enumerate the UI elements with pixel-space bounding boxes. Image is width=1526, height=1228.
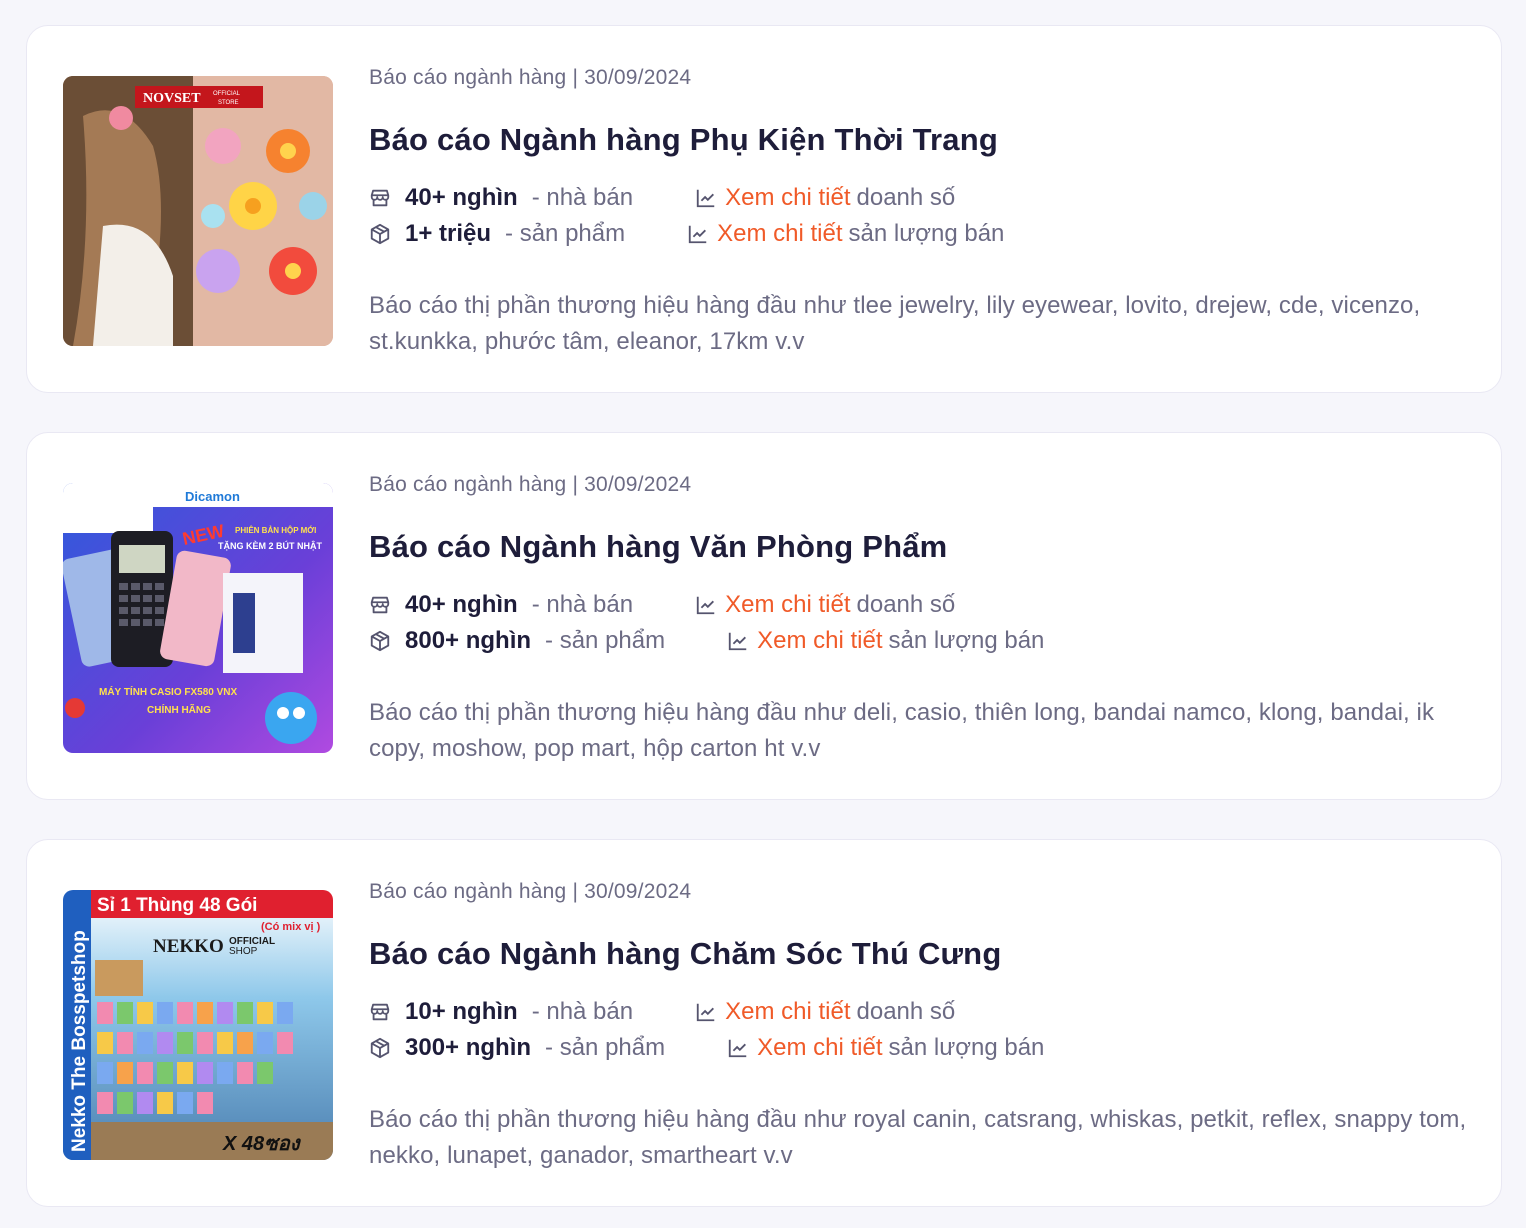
chart-icon [727, 1037, 749, 1059]
report-category: Báo cáo ngành hàng [369, 473, 567, 496]
sellers-stat-row: 40+ nghìn - nhà bán Xem chi tiết doanh số [369, 587, 1471, 623]
products-count: 1+ triệu [405, 220, 492, 247]
svg-text:CHÍNH HÃNG: CHÍNH HÃNG [147, 703, 211, 716]
chart-icon [727, 630, 749, 652]
report-thumbnail[interactable]: Dicamon NEW PHIÊN BẢN HỘP MỚI TẶNG KÈM 2… [63, 483, 333, 753]
report-card[interactable]: Nekko The Bosspetshop Sỉ 1 Thùng 48 Gói … [26, 839, 1502, 1207]
revenue-detail-link[interactable]: Xem chi tiết doanh số [695, 591, 955, 619]
volume-detail-link[interactable]: Xem chi tiết sản lượng bán [727, 1034, 1044, 1062]
chart-icon [695, 1001, 717, 1023]
svg-text:OFFICIAL: OFFICIAL [213, 91, 241, 97]
products-stat-row: 800+ nghìn - sản phẩm Xem chi tiết sản lư… [369, 623, 1471, 659]
products-count: 300+ nghìn [405, 1034, 532, 1061]
fashion-accessories-image: NOVSET OFFICIAL STORE [63, 76, 333, 346]
report-card[interactable]: Dicamon NEW PHIÊN BẢN HỘP MỚI TẶNG KÈM 2… [26, 432, 1502, 800]
sellers-unit: - nhà bán [531, 591, 634, 618]
report-category: Báo cáo ngành hàng [369, 880, 567, 903]
sellers-count: 10+ nghìn [405, 998, 518, 1025]
store-icon [369, 1001, 391, 1023]
products-unit: - sản phẩm [545, 1034, 666, 1061]
report-date: 30/09/2024 [584, 473, 692, 496]
volume-detail-link[interactable]: Xem chi tiết sản lượng bán [727, 627, 1044, 655]
package-icon [369, 223, 391, 245]
package-icon [369, 1037, 391, 1059]
svg-text:Nekko The Bosspetshop: Nekko The Bosspetshop [69, 930, 90, 1152]
store-icon [369, 187, 391, 209]
office-supplies-image: Dicamon NEW PHIÊN BẢN HỘP MỚI TẶNG KÈM 2… [63, 483, 333, 753]
pet-care-image: Nekko The Bosspetshop Sỉ 1 Thùng 48 Gói … [63, 890, 333, 1160]
report-thumbnail[interactable]: NOVSET OFFICIAL STORE [63, 76, 333, 346]
report-category: Báo cáo ngành hàng [369, 66, 567, 89]
products-count: 800+ nghìn [405, 627, 532, 654]
svg-text:NOVSET: NOVSET [143, 91, 201, 106]
products-unit: - sản phẩm [505, 220, 626, 247]
sellers-stat-row: 10+ nghìn - nhà bán Xem chi tiết doanh số [369, 994, 1471, 1030]
products-stat-row: 300+ nghìn - sản phẩm Xem chi tiết sản lư… [369, 1030, 1471, 1066]
svg-text:NEKKO: NEKKO [153, 936, 224, 957]
svg-text:Dicamon: Dicamon [185, 489, 240, 504]
report-meta: Báo cáo ngành hàng | 30/09/2024 [369, 880, 692, 903]
report-date: 30/09/2024 [584, 66, 692, 89]
sellers-unit: - nhà bán [531, 998, 634, 1025]
sellers-unit: - nhà bán [531, 184, 634, 211]
report-meta: Báo cáo ngành hàng | 30/09/2024 [369, 473, 692, 496]
report-title[interactable]: Báo cáo Ngành hàng Phụ Kiện Thời Trang [369, 120, 1471, 160]
store-icon [369, 594, 391, 616]
svg-text:PHIÊN BẢN HỘP MỚI: PHIÊN BẢN HỘP MỚI [235, 526, 316, 535]
svg-text:MÁY TÍNH CASIO FX580 VNX: MÁY TÍNH CASIO FX580 VNX [99, 685, 238, 698]
chart-icon [695, 187, 717, 209]
report-description: Báo cáo thị phần thương hiệu hàng đầu nh… [369, 699, 1435, 762]
chart-icon [687, 223, 709, 245]
svg-text:STORE: STORE [218, 100, 239, 106]
revenue-detail-link[interactable]: Xem chi tiết doanh số [695, 998, 955, 1026]
report-meta: Báo cáo ngành hàng | 30/09/2024 [369, 66, 692, 89]
sellers-stat-row: 40+ nghìn - nhà bán Xem chi tiết doanh số [369, 180, 1471, 216]
svg-text:TẶNG KÈM 2 BÚT NHẬT: TẶNG KÈM 2 BÚT NHẬT [218, 540, 322, 551]
svg-text:Sỉ 1 Thùng 48 Gói: Sỉ 1 Thùng 48 Gói [97, 895, 257, 916]
report-title[interactable]: Báo cáo Ngành hàng Văn Phòng Phẩm [369, 527, 1471, 567]
sellers-count: 40+ nghìn [405, 184, 518, 211]
report-description: Báo cáo thị phần thương hiệu hàng đầu nh… [369, 1106, 1467, 1169]
svg-text:(Có mix vị ): (Có mix vị ) [261, 921, 321, 933]
products-unit: - sản phẩm [545, 627, 666, 654]
products-stat-row: 1+ triệu - sản phẩm Xem chi tiết sản lượn… [369, 216, 1471, 252]
sellers-count: 40+ nghìn [405, 591, 518, 618]
report-date: 30/09/2024 [584, 880, 692, 903]
volume-detail-link[interactable]: Xem chi tiết sản lượng bán [687, 220, 1004, 248]
report-card[interactable]: NOVSET OFFICIAL STORE Báo cáo ngành hàng… [26, 25, 1502, 393]
report-description: Báo cáo thị phần thương hiệu hàng đầu nh… [369, 292, 1421, 355]
revenue-detail-link[interactable]: Xem chi tiết doanh số [695, 184, 955, 212]
package-icon [369, 630, 391, 652]
chart-icon [695, 594, 717, 616]
report-title[interactable]: Báo cáo Ngành hàng Chăm Sóc Thú Cưng [369, 934, 1471, 974]
svg-text:SHOP: SHOP [229, 946, 258, 957]
report-thumbnail[interactable]: Nekko The Bosspetshop Sỉ 1 Thùng 48 Gói … [63, 890, 333, 1160]
svg-text:X 48ซอง: X 48ซอง [222, 1133, 302, 1155]
